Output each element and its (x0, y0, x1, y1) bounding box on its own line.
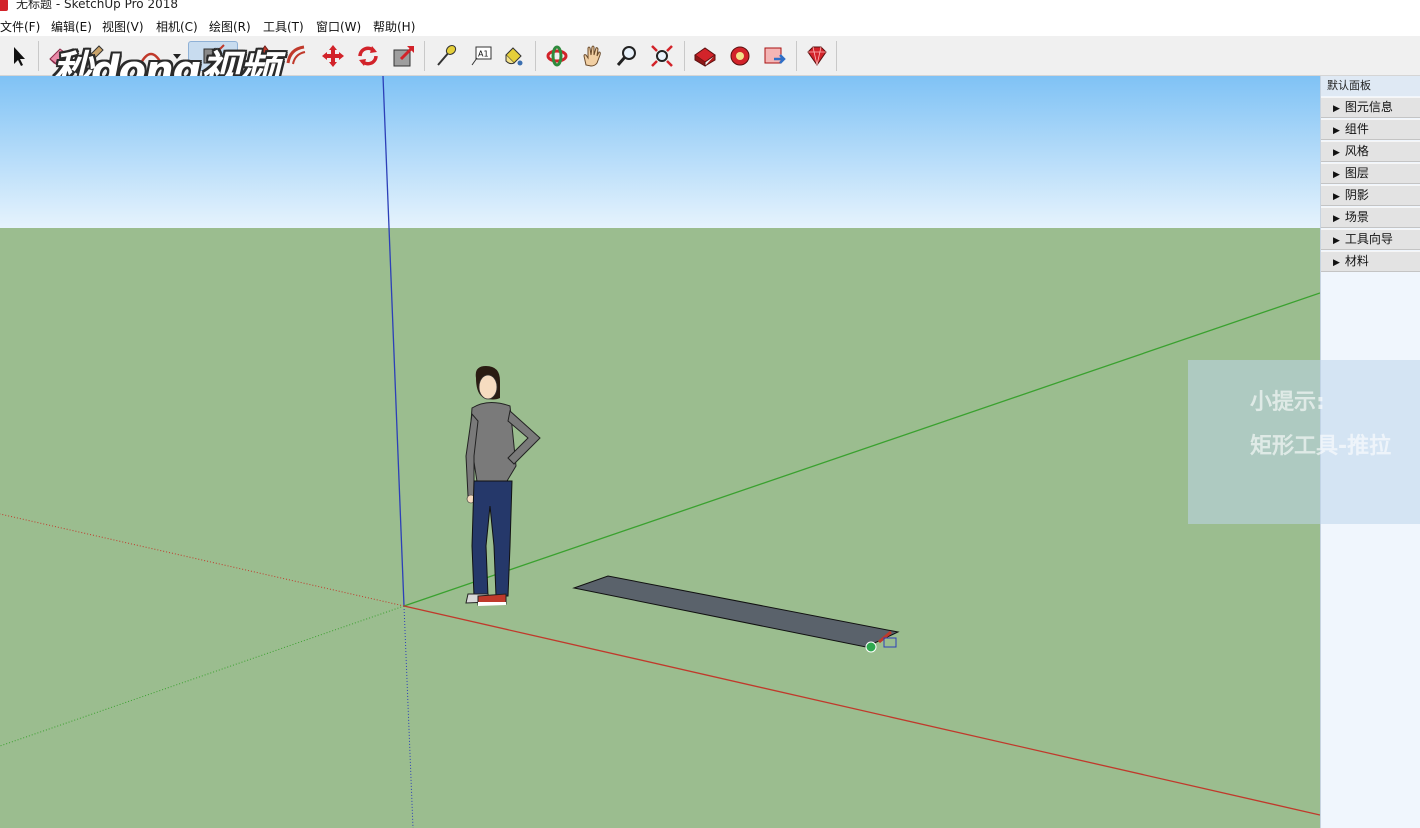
tray-panel-entity-info[interactable]: ▶ 图元信息 (1321, 97, 1420, 118)
scale-tool-button[interactable] (389, 41, 419, 71)
tray-panel-shadows[interactable]: ▶ 阴影 (1321, 185, 1420, 206)
tip-text: 矩形工具-推拉 (1250, 434, 1392, 459)
menu-draw[interactable]: 绘图(R) (209, 18, 251, 35)
move-icon (322, 45, 344, 67)
zoom-extents-tool-button[interactable] (647, 41, 677, 71)
triangle-right-icon: ▶ (1333, 192, 1340, 202)
magnifier-icon (616, 46, 636, 66)
menu-edit[interactable]: 编辑(E) (51, 18, 92, 35)
toolbar-separator (796, 41, 797, 71)
tape-measure-tool-button[interactable] (431, 41, 461, 71)
menu-tools[interactable]: 工具(T) (263, 18, 304, 35)
extension-manager-button[interactable] (802, 41, 832, 71)
ground (0, 228, 1320, 828)
tray-panel-label: 场景 (1344, 210, 1369, 224)
tray-title: 默认面板 (1321, 76, 1420, 96)
tray-panel-styles[interactable]: ▶ 风格 (1321, 141, 1420, 162)
sky (0, 76, 1320, 228)
menu-file[interactable]: 文件(F) (0, 18, 40, 35)
menu-help[interactable]: 帮助(H) (373, 18, 415, 35)
hand-icon (583, 45, 601, 67)
tape-measure-icon (437, 45, 457, 66)
scale-icon (393, 45, 415, 67)
tray-panel-label: 阴影 (1344, 188, 1369, 202)
move-tool-button[interactable] (318, 41, 348, 71)
triangle-right-icon: ▶ (1333, 148, 1340, 158)
extension-icon (730, 46, 750, 66)
toolbar-separator (424, 41, 425, 71)
triangle-right-icon: ▶ (1333, 258, 1340, 268)
tray-panel-label: 组件 (1344, 122, 1369, 136)
tray-panel-scenes[interactable]: ▶ 场景 (1321, 207, 1420, 228)
toolbar-separator (836, 41, 837, 71)
triangle-right-icon: ▶ (1333, 236, 1340, 246)
extension-warehouse-button[interactable] (725, 41, 755, 71)
tray-panel-label: 工具向导 (1344, 232, 1393, 246)
rotate-tool-button[interactable] (353, 41, 383, 71)
rotate-icon (358, 46, 378, 66)
triangle-right-icon: ▶ (1333, 214, 1340, 224)
warehouse-icon (694, 47, 716, 67)
tray-panel-label: 风格 (1344, 144, 1369, 158)
pan-tool-button[interactable] (577, 41, 607, 71)
triangle-right-icon: ▶ (1333, 126, 1340, 136)
text-label-icon: A1 (471, 46, 492, 66)
tray-panel-materials[interactable]: ▶ 材料 (1321, 251, 1420, 272)
menu-bar: 文件(F) 编辑(E) 视图(V) 相机(C) 绘图(R) 工具(T) 窗口(W… (0, 16, 1420, 36)
tray-panel-instructor[interactable]: ▶ 工具向导 (1321, 229, 1420, 250)
toolbar-separator (535, 41, 536, 71)
arrow-cursor-icon (14, 47, 25, 66)
zoom-tool-button[interactable] (612, 41, 642, 71)
menu-camera[interactable]: 相机(C) (156, 18, 198, 35)
toolbar-separator (38, 41, 39, 71)
tip-heading: 小提示: (1250, 390, 1325, 415)
scene-canvas (0, 76, 1320, 828)
svg-text:A1: A1 (478, 50, 489, 59)
ruby-gem-icon (807, 46, 827, 66)
layout-button[interactable] (760, 41, 790, 71)
tray-panel-label: 材料 (1344, 254, 1369, 268)
layout-icon (764, 47, 786, 64)
orbit-tool-button[interactable] (542, 41, 572, 71)
tip-overlay: 小提示: 矩形工具-推拉 (1188, 360, 1420, 524)
tray-panel-label: 图层 (1344, 166, 1369, 180)
paint-bucket-tool-button[interactable] (498, 41, 528, 71)
tray-panel-label: 图元信息 (1344, 100, 1393, 114)
sketchup-logo-icon (0, 0, 8, 11)
tray-panel-components[interactable]: ▶ 组件 (1321, 119, 1420, 140)
triangle-right-icon: ▶ (1333, 104, 1340, 114)
tray-panel-layers[interactable]: ▶ 图层 (1321, 163, 1420, 184)
text-tool-button[interactable]: A1 (466, 41, 496, 71)
window-title: 无标题 - SketchUp Pro 2018 (16, 0, 178, 11)
paint-bucket-icon (505, 47, 523, 66)
triangle-right-icon: ▶ (1333, 170, 1340, 180)
zoom-extents-icon (651, 45, 673, 67)
3d-warehouse-button[interactable] (690, 41, 720, 71)
select-tool-button[interactable] (4, 41, 34, 71)
menu-view[interactable]: 视图(V) (102, 18, 144, 35)
orbit-icon (546, 45, 568, 67)
menu-window[interactable]: 窗口(W) (316, 18, 361, 35)
drawing-viewport[interactable] (0, 76, 1320, 828)
title-bar: 无标题 - SketchUp Pro 2018 (0, 0, 1420, 14)
toolbar-separator (684, 41, 685, 71)
